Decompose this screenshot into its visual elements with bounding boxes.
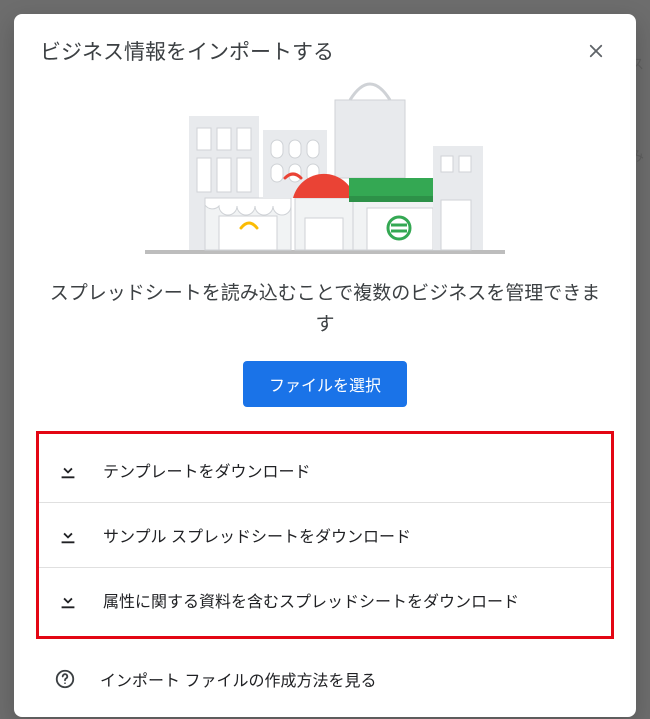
help-link-label: インポート ファイルの作成方法を見る	[100, 667, 376, 691]
help-icon	[54, 668, 76, 690]
dialog-subtitle: スプレッドシートを読み込むことで複数のビジネスを管理できます	[14, 272, 636, 351]
hero-illustration	[14, 78, 636, 272]
download-link-label: 属性に関する資料を含むスプレッドシートをダウンロード	[103, 588, 519, 612]
download-links-highlight: テンプレートをダウンロード サンプル スプレッドシートをダウンロード 属性に関す…	[36, 431, 614, 639]
download-link-label: サンプル スプレッドシートをダウンロード	[103, 523, 411, 547]
download-link-label: テンプレートをダウンロード	[103, 458, 311, 482]
dialog-header: ビジネス情報をインポートする	[14, 14, 636, 78]
download-sample-link[interactable]: サンプル スプレッドシートをダウンロード	[39, 502, 611, 567]
help-link[interactable]: インポート ファイルの作成方法を見る	[14, 649, 636, 693]
download-attributes-link[interactable]: 属性に関する資料を含むスプレッドシートをダウンロード	[39, 567, 611, 632]
choose-file-row: ファイルを選択	[14, 351, 636, 431]
dialog-title: ビジネス情報をインポートする	[40, 36, 334, 66]
close-button[interactable]	[582, 37, 610, 65]
download-template-link[interactable]: テンプレートをダウンロード	[39, 438, 611, 502]
download-icon	[57, 589, 79, 611]
download-icon	[57, 524, 79, 546]
choose-file-button[interactable]: ファイルを選択	[243, 361, 407, 407]
download-icon	[57, 459, 79, 481]
close-icon	[587, 42, 605, 60]
import-dialog: ビジネス情報をインポートする	[14, 14, 636, 717]
